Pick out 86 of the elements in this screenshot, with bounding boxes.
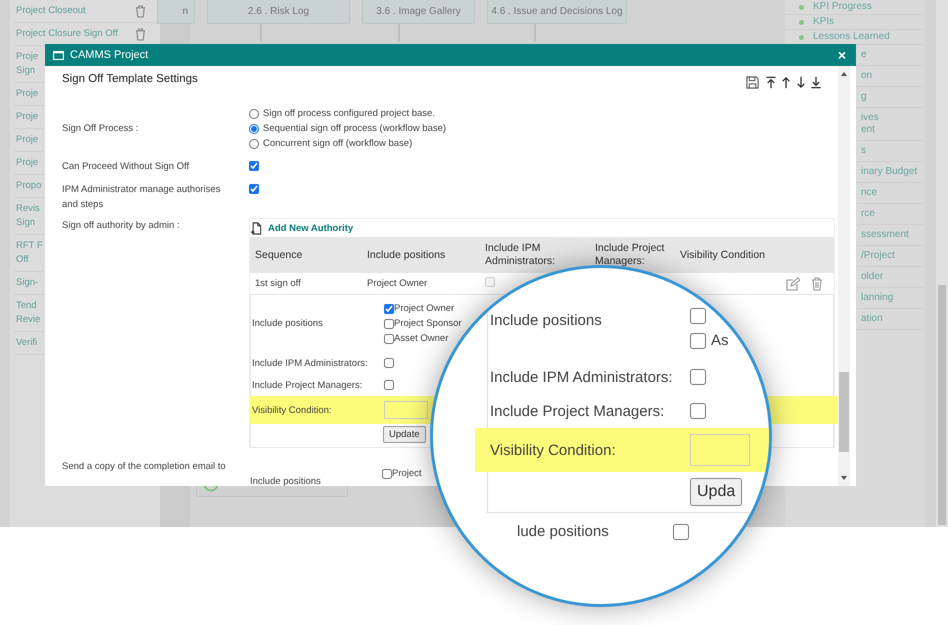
field-label: IPM Administrator manage authorises and steps bbox=[62, 183, 222, 212]
field-label: lude positions bbox=[517, 523, 610, 540]
nav-item[interactable]: KPIs bbox=[813, 16, 834, 28]
process-tile[interactable]: 2.6 . Risk Log bbox=[207, 0, 350, 24]
column-header: Include positions bbox=[366, 248, 446, 262]
field-label: Send a copy of the completion email to bbox=[62, 460, 227, 474]
trash-icon[interactable] bbox=[810, 276, 824, 290]
save-icon[interactable] bbox=[746, 76, 759, 89]
input-field[interactable] bbox=[384, 401, 428, 419]
nav-item[interactable]: inary Budget bbox=[861, 166, 918, 178]
radio-button[interactable] bbox=[249, 138, 259, 148]
nav-item[interactable]: /Project bbox=[861, 250, 895, 262]
nav-item[interactable]: s bbox=[861, 145, 866, 157]
process-tile[interactable]: 3.6 . Image Gallery bbox=[362, 0, 475, 24]
field-label: Include IPM Administrators: bbox=[251, 358, 369, 368]
nav-item[interactable]: lanning bbox=[861, 292, 894, 304]
checkbox[interactable] bbox=[384, 318, 394, 328]
edit-icon[interactable] bbox=[786, 276, 800, 290]
table-cell-text: 1st sign off bbox=[254, 278, 302, 289]
add-authority-link[interactable]: Add New Authority bbox=[268, 222, 354, 234]
option-label: Project Owner bbox=[394, 302, 454, 316]
radio-button[interactable] bbox=[249, 124, 259, 134]
add-document-icon[interactable] bbox=[250, 222, 262, 234]
field-label: Include positions bbox=[489, 312, 603, 329]
column-header: Visibility Condition bbox=[679, 248, 766, 262]
move-bottom-icon[interactable] bbox=[810, 76, 822, 89]
nav-item[interactable]: Project Closure Sign Off bbox=[16, 27, 135, 41]
field-label: Can Proceed Without Sign Off bbox=[62, 160, 190, 174]
field-label: Visibility Condition: bbox=[251, 404, 333, 416]
move-top-icon[interactable] bbox=[765, 76, 777, 89]
checkbox[interactable] bbox=[249, 161, 259, 171]
column-header: Sequence bbox=[254, 248, 304, 262]
field-label: Sign off authority by admin : bbox=[62, 219, 181, 233]
arrow-up-icon[interactable] bbox=[780, 76, 792, 89]
process-tile[interactable]: n bbox=[157, 0, 195, 24]
checkbox[interactable] bbox=[384, 334, 394, 344]
close-button[interactable]: × bbox=[838, 48, 846, 62]
radio-button[interactable] bbox=[249, 108, 259, 118]
bullet-icon bbox=[799, 4, 804, 10]
option-label: Project bbox=[392, 467, 422, 481]
field-label: Visibility Condition: bbox=[489, 442, 617, 458]
nav-item[interactable]: ives ent bbox=[861, 112, 879, 136]
option-label: Project Sponsor bbox=[394, 317, 462, 331]
nav-item[interactable]: ation bbox=[861, 313, 883, 325]
bullet-icon bbox=[799, 34, 804, 40]
update-button[interactable]: Update bbox=[383, 426, 426, 443]
field-label: Include IPM Administrators: bbox=[489, 368, 674, 386]
field-label: Include positions bbox=[249, 475, 322, 486]
field-label: Include Project Managers: bbox=[251, 380, 364, 390]
column-header: Include IPM Administrators: bbox=[484, 242, 556, 268]
checkbox[interactable] bbox=[384, 304, 394, 314]
nav-item[interactable]: e bbox=[861, 49, 867, 61]
nav-item[interactable]: on bbox=[861, 70, 872, 82]
nav-item[interactable]: g bbox=[861, 91, 867, 103]
nav-item[interactable]: nce bbox=[861, 187, 878, 199]
window-title: CAMMS Project bbox=[70, 49, 148, 61]
scrollbar[interactable] bbox=[838, 66, 850, 486]
trash-icon[interactable] bbox=[135, 4, 146, 18]
nav-item[interactable]: KPI Progress bbox=[813, 1, 872, 13]
process-tile[interactable]: 4.6 . Issue and Decisions Log bbox=[487, 0, 627, 24]
checkbox[interactable] bbox=[384, 380, 394, 390]
trash-icon[interactable] bbox=[135, 28, 146, 40]
nav-item[interactable]: older bbox=[861, 271, 884, 283]
checkbox[interactable] bbox=[384, 358, 394, 368]
option-label: Asset Owner bbox=[394, 332, 448, 346]
nav-item[interactable]: rce bbox=[861, 208, 875, 220]
option-label: Sequential sign off process (workflow base) bbox=[263, 122, 446, 136]
field-label: Sign Off Process : bbox=[62, 122, 140, 136]
scrollbar[interactable] bbox=[936, 0, 948, 527]
section-heading: Sign Off Template Settings bbox=[62, 73, 198, 85]
input-field bbox=[690, 434, 750, 466]
window-icon bbox=[53, 50, 64, 60]
column-header: Include Project Managers: bbox=[594, 242, 666, 268]
option-label: Concurrent sign off (workflow base) bbox=[263, 137, 412, 151]
table-cell-text: Project Owner bbox=[366, 278, 428, 289]
nav-item[interactable]: ssessment bbox=[861, 229, 909, 241]
field-label: Include Project Managers: bbox=[489, 402, 666, 420]
option-label: Sign off process configured project base. bbox=[263, 107, 435, 121]
field-label: Include positions bbox=[251, 318, 324, 329]
bullet-icon bbox=[799, 20, 804, 24]
arrow-down-icon[interactable] bbox=[795, 76, 807, 89]
checkbox[interactable] bbox=[249, 184, 259, 194]
option-label: As bbox=[711, 332, 729, 349]
nav-item[interactable]: Lessons Learned bbox=[813, 31, 890, 43]
nav-item[interactable]: Project Closeout bbox=[16, 4, 135, 18]
checkbox[interactable] bbox=[382, 468, 392, 478]
